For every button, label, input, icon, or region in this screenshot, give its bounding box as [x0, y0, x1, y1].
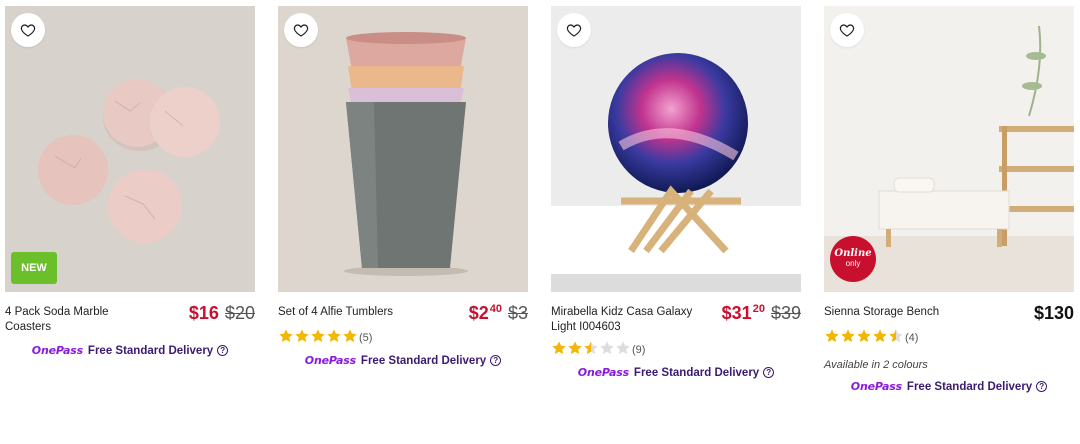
sale-price: $16 — [188, 303, 219, 323]
onepass-delivery: OnePass Free Standard Delivery ? — [824, 380, 1074, 393]
star-icon — [279, 329, 293, 343]
onepass-delivery: OnePass Free Standard Delivery ? — [551, 366, 801, 379]
onepass-logo: OnePass — [850, 380, 902, 393]
original-price: $39 — [770, 303, 801, 323]
help-icon[interactable]: ? — [217, 345, 229, 356]
star-rating — [278, 328, 358, 344]
star-icon — [600, 341, 614, 355]
product-rating[interactable]: (9) — [551, 339, 801, 357]
product-price: $16 $20 — [189, 303, 255, 323]
onepass-delivery: OnePass Free Standard Delivery ? — [278, 354, 528, 367]
star-icon — [552, 341, 566, 355]
wishlist-heart-icon[interactable] — [830, 13, 864, 47]
online-only-badge: Online only — [830, 236, 876, 282]
delivery-label: Free Standard Delivery — [360, 354, 487, 367]
help-icon[interactable]: ? — [490, 355, 502, 366]
product-title[interactable]: Mirabella Kidz Casa Galaxy Light I004603 — [551, 305, 701, 335]
onepass-delivery: OnePass Free Standard Delivery ? — [5, 344, 255, 357]
product-price: $240 $3 — [469, 303, 528, 323]
star-icon — [857, 329, 871, 343]
product-card[interactable]: Mirabella Kidz Casa Galaxy Light I004603… — [551, 6, 801, 379]
product-image[interactable]: Online only — [824, 6, 1074, 292]
star-icon — [616, 341, 630, 355]
review-count: (4) — [905, 331, 919, 344]
wishlist-heart-icon[interactable] — [557, 13, 591, 47]
delivery-label: Free Standard Delivery — [87, 344, 214, 357]
star-icon — [889, 329, 903, 343]
star-icon — [841, 329, 855, 343]
delivery-label: Free Standard Delivery — [906, 380, 1033, 393]
review-count: (5) — [359, 331, 373, 344]
star-rating — [824, 328, 904, 344]
product-card[interactable]: Online only Sienna Storage Bench $130 (4… — [824, 6, 1074, 393]
new-badge: NEW — [11, 252, 57, 284]
product-title[interactable]: Sienna Storage Bench — [824, 305, 974, 320]
star-icon — [343, 329, 357, 343]
wishlist-heart-icon[interactable] — [11, 13, 45, 47]
original-price: $3 — [507, 303, 528, 323]
star-icon — [825, 329, 839, 343]
star-icon — [568, 341, 582, 355]
product-rating[interactable]: (5) — [278, 327, 528, 345]
product-price: $130 — [1034, 303, 1074, 323]
sale-price: $240 — [468, 303, 502, 323]
onepass-logo: OnePass — [31, 344, 83, 357]
star-icon — [873, 329, 887, 343]
product-card[interactable]: NEW 4 Pack Soda Marble Coasters $16 $20 … — [5, 6, 255, 357]
product-image[interactable] — [551, 6, 801, 292]
price: $130 — [1033, 303, 1074, 323]
product-title[interactable]: Set of 4 Alfie Tumblers — [278, 305, 428, 320]
product-rating[interactable]: (4) — [824, 327, 1074, 345]
colour-availability[interactable]: Available in 2 colours — [824, 359, 1074, 371]
product-image[interactable]: NEW — [5, 6, 255, 292]
onepass-logo: OnePass — [304, 354, 356, 367]
star-icon — [295, 329, 309, 343]
original-price: $20 — [224, 303, 255, 323]
help-icon[interactable]: ? — [763, 367, 775, 378]
wishlist-heart-icon[interactable] — [284, 13, 318, 47]
product-price: $3120 $39 — [722, 303, 801, 323]
star-icon — [327, 329, 341, 343]
star-icon — [584, 341, 598, 355]
help-icon[interactable]: ? — [1036, 381, 1048, 392]
product-title[interactable]: 4 Pack Soda Marble Coasters — [5, 305, 155, 335]
product-card[interactable]: Set of 4 Alfie Tumblers $240 $3 (5) OneP… — [278, 6, 528, 367]
sale-price: $3120 — [721, 303, 765, 323]
star-rating — [551, 340, 631, 356]
delivery-label: Free Standard Delivery — [633, 366, 760, 379]
onepass-logo: OnePass — [577, 366, 629, 379]
product-image[interactable] — [278, 6, 528, 292]
star-icon — [311, 329, 325, 343]
review-count: (9) — [632, 343, 646, 356]
